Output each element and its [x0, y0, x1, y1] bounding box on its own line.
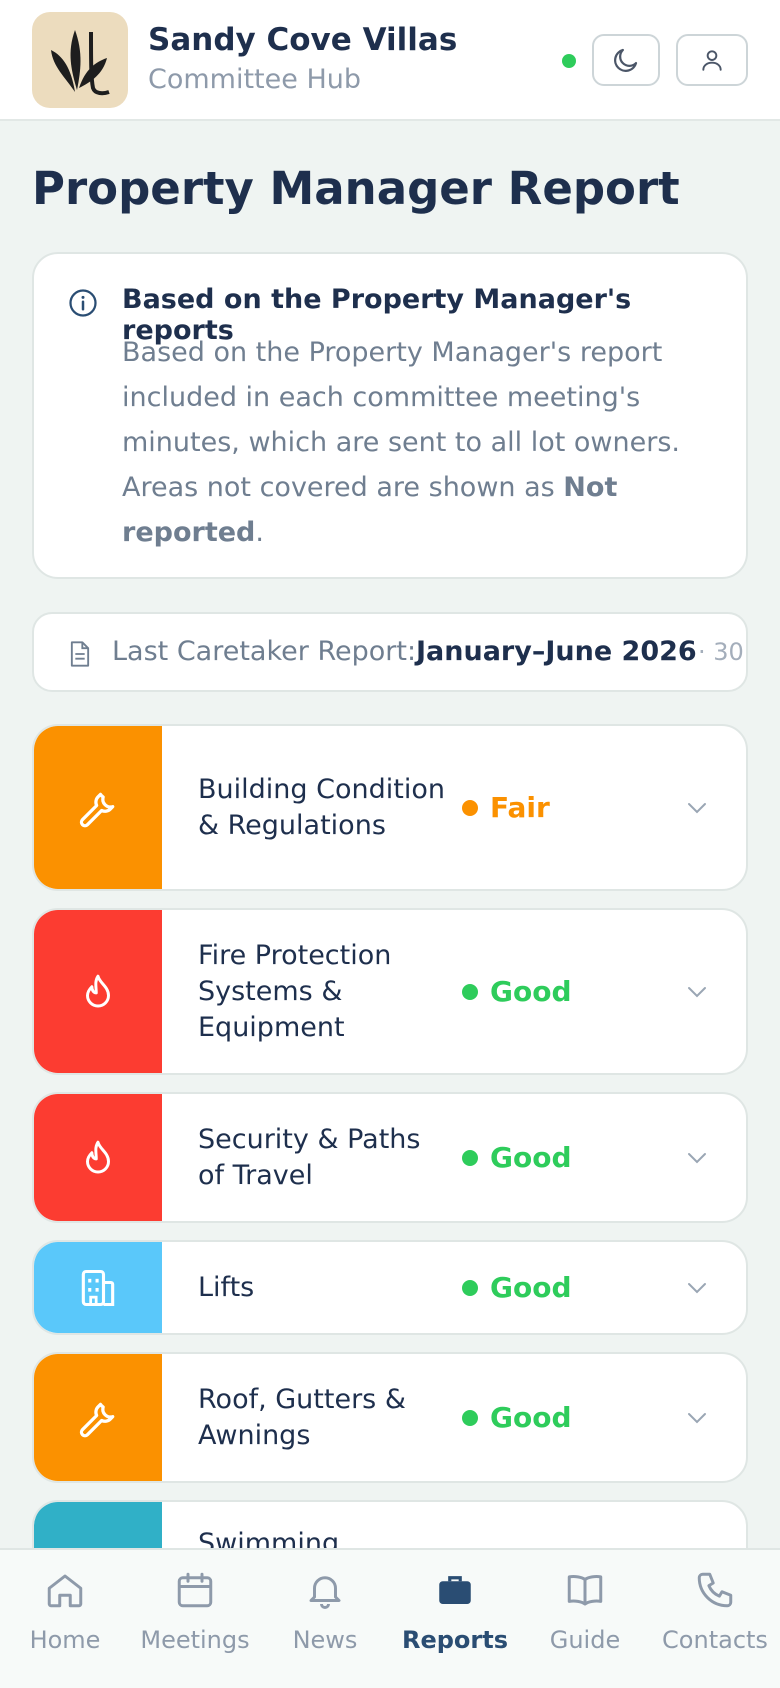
- expand-chevron[interactable]: [686, 1354, 708, 1481]
- profile-button[interactable]: [676, 34, 748, 86]
- app-subtitle: Committee Hub: [148, 64, 362, 95]
- category-label: Security & Paths of Travel: [198, 1123, 421, 1191]
- category-label: Roof, Gutters & Awnings: [198, 1383, 406, 1451]
- category-card-fire-protection[interactable]: Fire Protection Systems & Equipment Good: [32, 908, 748, 1075]
- status-dot: [462, 1409, 478, 1426]
- category-label: Fire Protection Systems & Equipment: [198, 939, 392, 1043]
- phone-icon: [697, 1572, 733, 1608]
- flame-icon: [86, 974, 110, 1007]
- category-status: Good: [462, 1094, 572, 1221]
- home-icon: [47, 1574, 83, 1608]
- user-icon: [702, 50, 722, 71]
- category-stripe: [34, 1354, 162, 1481]
- info-icon: [69, 289, 97, 317]
- info-body: Based on the Property Manager's report i…: [122, 330, 722, 555]
- category-stripe: [34, 1242, 162, 1333]
- chevron-down-icon: [688, 1282, 706, 1293]
- status-text: Good: [490, 1141, 572, 1174]
- nav-reports[interactable]: Reports: [390, 1566, 520, 1666]
- category-status: Good: [462, 910, 572, 1073]
- category-card-security[interactable]: Security & Paths of Travel Good: [32, 1092, 748, 1223]
- category-stripe: [34, 910, 162, 1073]
- expand-chevron[interactable]: [686, 726, 708, 889]
- wrench-icon: [79, 792, 115, 827]
- nav-home[interactable]: Home: [0, 1566, 130, 1666]
- expand-chevron[interactable]: [686, 1094, 708, 1221]
- nav-label: News: [292, 1626, 358, 1654]
- last-report-label: Last Caretaker Report:: [112, 636, 417, 667]
- status-dot: [462, 1149, 478, 1166]
- bell-icon: [309, 1576, 341, 1609]
- chevron-down-icon: [688, 986, 706, 997]
- nav-label: Guide: [549, 1626, 621, 1654]
- chevron-down-icon: [688, 1152, 706, 1163]
- category-label: Building Condition & Regulations: [198, 773, 445, 841]
- calendar-icon: [177, 1572, 213, 1608]
- status-text: Good: [490, 1401, 572, 1434]
- category-card-roof[interactable]: Roof, Gutters & Awnings Good: [32, 1352, 748, 1483]
- nav-news[interactable]: News: [260, 1566, 390, 1666]
- app-logo: [32, 12, 128, 108]
- nav-label: Reports: [401, 1626, 509, 1654]
- last-report-bar: Last Caretaker Report: January–June 2026…: [32, 612, 748, 692]
- briefcase-icon: [439, 1576, 471, 1604]
- online-status-dot: [562, 54, 576, 68]
- building-icon: [81, 1269, 115, 1306]
- document-icon: [70, 641, 90, 667]
- category-label: Lifts: [198, 1271, 255, 1303]
- status-text: Good: [490, 1271, 572, 1304]
- nav-label: Meetings: [140, 1626, 250, 1654]
- last-report-period: January–June 2026: [416, 636, 697, 667]
- expand-chevron[interactable]: [686, 910, 708, 1073]
- nav-contacts[interactable]: Contacts: [650, 1566, 780, 1666]
- chevron-down-icon: [688, 802, 706, 813]
- leaf-logo-icon: [51, 30, 110, 96]
- category-status: Good: [462, 1354, 572, 1481]
- category-status: Good: [462, 1242, 572, 1333]
- status-dot: [462, 799, 478, 816]
- status-dot: [462, 1279, 478, 1296]
- category-stripe: [34, 1094, 162, 1221]
- last-report-extra: · 30: [698, 638, 744, 666]
- category-stripe: [34, 726, 162, 889]
- nav-label: Contacts: [662, 1626, 768, 1654]
- category-card-building[interactable]: Building Condition & Regulations Fair: [32, 724, 748, 891]
- status-dot: [462, 983, 478, 1000]
- book-icon: [567, 1575, 603, 1606]
- info-body-end: .: [255, 517, 264, 548]
- nav-meetings[interactable]: Meetings: [130, 1566, 260, 1666]
- flame-icon: [86, 1140, 110, 1173]
- moon-icon: [614, 48, 638, 72]
- nav-guide[interactable]: Guide: [520, 1566, 650, 1666]
- info-card: Based on the Property Manager's reports …: [32, 252, 748, 579]
- category-status: Fair: [462, 726, 550, 889]
- status-text: Fair: [490, 791, 550, 824]
- category-card-lifts[interactable]: Lifts Good: [32, 1240, 748, 1335]
- status-text: Good: [490, 975, 572, 1008]
- bottom-nav: Home Meetings News Reports Guide Contact…: [0, 1548, 780, 1688]
- app-header: Sandy Cove Villas Committee Hub: [0, 0, 780, 121]
- wrench-icon: [79, 1402, 115, 1437]
- nav-label: Home: [29, 1626, 101, 1654]
- app-title: Sandy Cove Villas: [148, 22, 458, 58]
- chevron-down-icon: [688, 1412, 706, 1423]
- expand-chevron[interactable]: [686, 1242, 708, 1333]
- page-title: Property Manager Report: [32, 162, 680, 215]
- theme-toggle-button[interactable]: [592, 34, 660, 86]
